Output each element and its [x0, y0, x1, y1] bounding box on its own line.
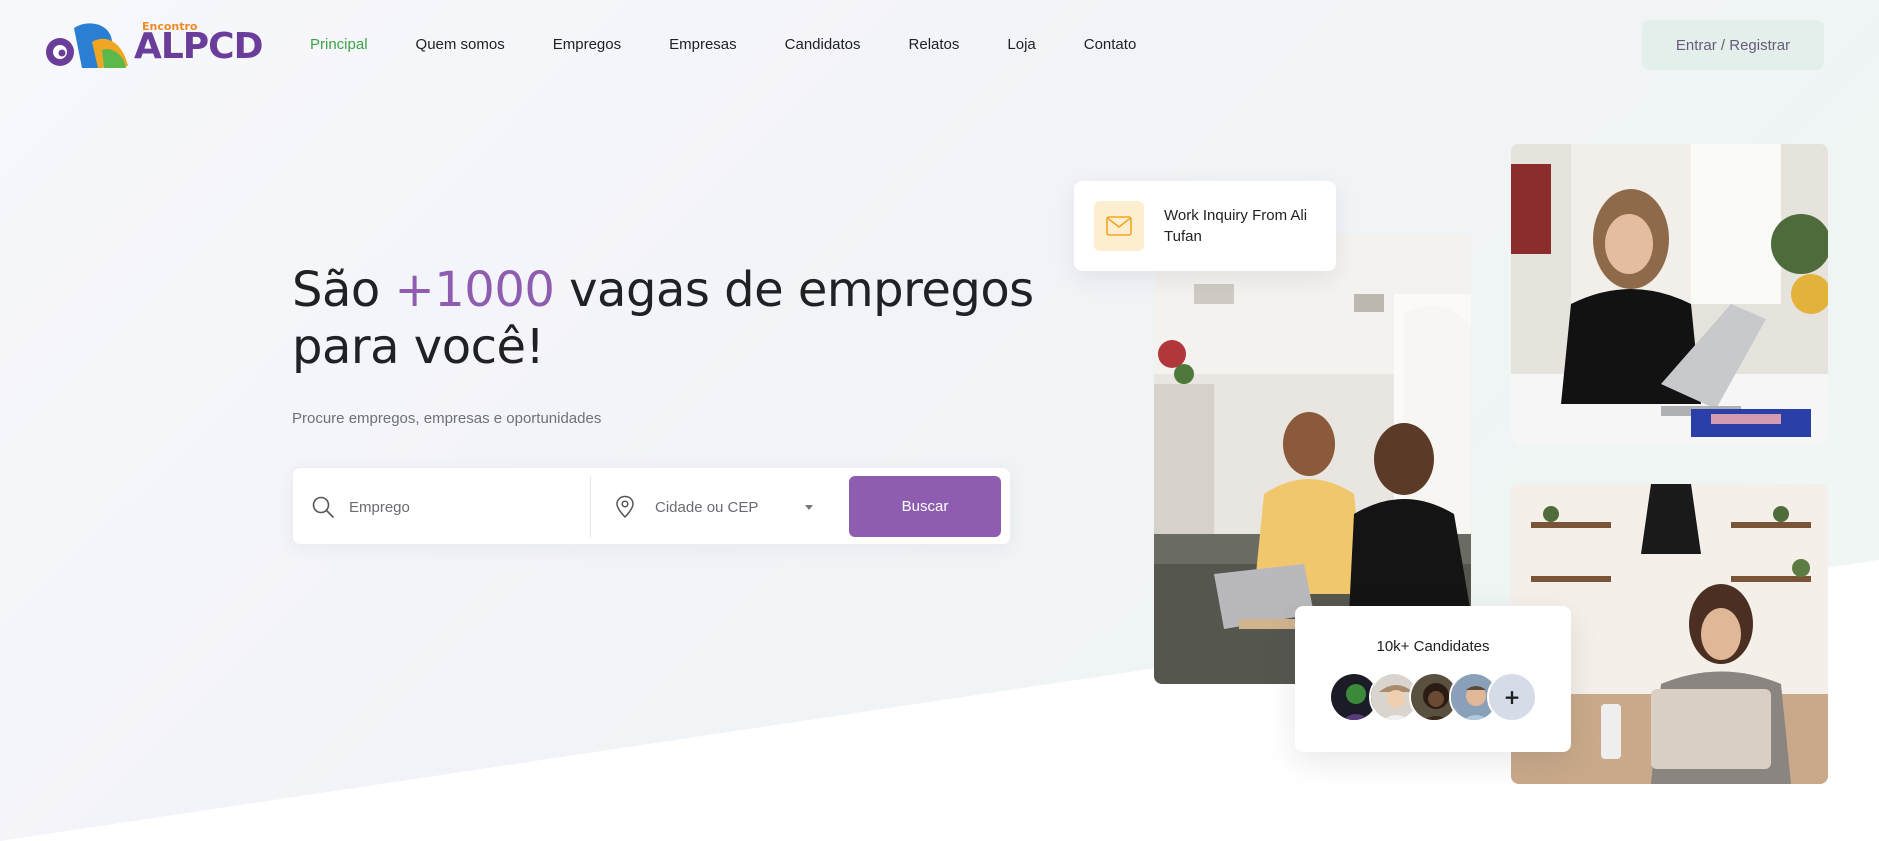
hero-title-pre: São	[292, 262, 395, 318]
hero-title: São +1000 vagas de empregos para você!	[292, 262, 1052, 376]
nav-item-empresas[interactable]: Empresas	[669, 36, 737, 53]
job-search-input[interactable]	[349, 484, 579, 530]
nav-item-loja[interactable]: Loja	[1007, 36, 1035, 53]
nav-item-contato[interactable]: Contato	[1084, 36, 1137, 53]
nav-item-quem-somos[interactable]: Quem somos	[416, 36, 505, 53]
nav-item-empregos[interactable]: Empregos	[553, 36, 621, 53]
location-pin-icon	[616, 495, 634, 519]
chevron-down-icon[interactable]	[805, 505, 813, 510]
nav-item-candidatos[interactable]: Candidatos	[785, 36, 861, 53]
search-button[interactable]: Buscar	[849, 476, 1001, 537]
candidates-count: 10k+ Candidates	[1376, 638, 1490, 655]
main-nav: Principal Quem somos Empregos Empresas C…	[310, 36, 1184, 53]
more-candidates-button[interactable]: +	[1487, 672, 1537, 722]
hero-title-accent: +1000	[394, 262, 555, 318]
logo-mark-icon	[46, 23, 128, 68]
login-register-button[interactable]: Entrar / Registrar	[1642, 20, 1824, 70]
mail-badge	[1094, 201, 1144, 251]
work-inquiry-text: Work Inquiry From Ali Tufan	[1164, 207, 1308, 245]
woman-laptop-photo	[1511, 144, 1828, 444]
job-search-form: Cidade ou CEP Buscar	[292, 467, 1011, 545]
nav-item-principal[interactable]: Principal	[310, 36, 368, 53]
nav-item-relatos[interactable]: Relatos	[909, 36, 960, 53]
logo-wordmark: ALPCD	[134, 26, 263, 67]
candidates-card: 10k+ Candidates +	[1295, 606, 1571, 752]
mail-icon	[1106, 216, 1132, 236]
hero-subtitle: Procure empregos, empresas e oportunidad…	[292, 410, 602, 427]
search-icon	[312, 496, 334, 518]
top-header: Encontro ALPCD Principal Quem somos Empr…	[0, 0, 1879, 92]
site-logo[interactable]: Encontro ALPCD	[44, 20, 276, 72]
work-inquiry-card: Work Inquiry From Ali Tufan	[1074, 181, 1336, 271]
search-divider	[590, 476, 591, 538]
